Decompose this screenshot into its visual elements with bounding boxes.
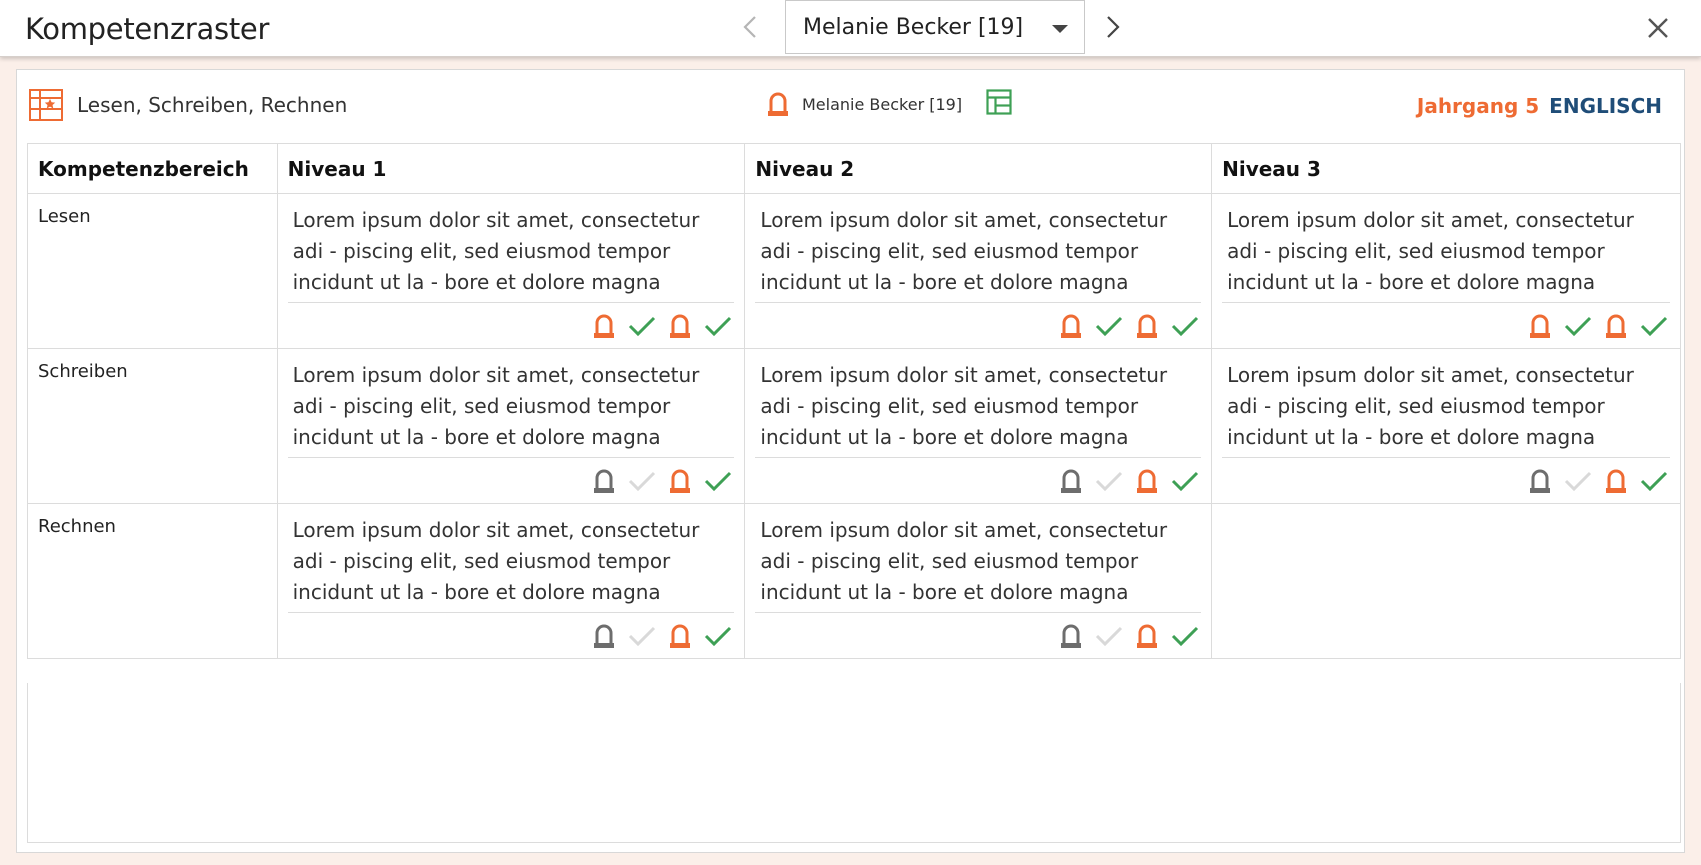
competence-description: Lorem ipsum dolor sit amet, consectetur …: [760, 363, 1168, 457]
teacher-status-icon[interactable]: [1057, 467, 1085, 495]
status-bar: [1222, 457, 1670, 503]
level-cell: Lorem ipsum dolor sit amet, consectetur …: [276, 193, 746, 349]
student-check-icon[interactable]: [1171, 467, 1199, 495]
chevron-down-icon: [1052, 25, 1068, 33]
teacher-status-icon[interactable]: [1526, 312, 1554, 340]
status-bar: [755, 612, 1202, 658]
student-check-icon[interactable]: [704, 622, 732, 650]
teacher-check-icon[interactable]: [1564, 467, 1592, 495]
student-status-icon[interactable]: [1133, 467, 1161, 495]
teacher-status-icon[interactable]: [590, 467, 618, 495]
competence-area-label: Schreiben: [27, 348, 278, 504]
column-header: Niveau 2: [744, 143, 1213, 194]
table-header-row: Kompetenzbereich Niveau 1 Niveau 2 Nivea…: [27, 143, 1681, 194]
level-cell: Lorem ipsum dolor sit amet, consectetur …: [1211, 193, 1681, 349]
status-bar: [755, 302, 1202, 348]
student-check-icon[interactable]: [1640, 467, 1668, 495]
competence-description: Lorem ipsum dolor sit amet, consectetur …: [1227, 363, 1634, 457]
teacher-check-icon[interactable]: [1095, 467, 1123, 495]
year-label: Jahrgang 5: [1416, 94, 1540, 118]
table-row: Schreiben Lorem ipsum dolor sit amet, con…: [27, 348, 1681, 504]
student-check-icon[interactable]: [1171, 622, 1199, 650]
table-row: Lesen Lorem ipsum dolor sit amet, consect…: [27, 193, 1681, 349]
competence-grid-icon: [29, 89, 63, 121]
status-bar: [755, 457, 1202, 503]
teacher-status-icon[interactable]: [1057, 622, 1085, 650]
status-bar: [287, 302, 735, 348]
column-header: Niveau 3: [1211, 143, 1681, 194]
competence-description: Lorem ipsum dolor sit amet, consectetur …: [1227, 208, 1634, 302]
previous-student-button[interactable]: [733, 10, 767, 44]
app-title: Kompetenzraster: [25, 12, 270, 46]
teacher-status-icon[interactable]: [590, 622, 618, 650]
competence-area-label: Lesen: [27, 193, 278, 349]
next-student-button[interactable]: [1096, 10, 1130, 44]
student-info: Melanie Becker [19]: [767, 89, 1012, 119]
subject-label: ENGLISCH: [1549, 94, 1662, 118]
student-status-icon[interactable]: [666, 312, 694, 340]
competence-description: Lorem ipsum dolor sit amet, consectetur …: [760, 518, 1168, 612]
panel-header: Lesen, Schreiben, Rechnen Melanie Becker…: [17, 70, 1684, 136]
level-cell: Lorem ipsum dolor sit amet, consectetur …: [276, 348, 746, 504]
student-icon: [768, 92, 788, 116]
table-empty-area: [27, 683, 1681, 843]
teacher-check-icon[interactable]: [1095, 312, 1123, 340]
competence-description: Lorem ipsum dolor sit amet, consectetur …: [292, 363, 700, 457]
teacher-check-icon[interactable]: [1095, 622, 1123, 650]
table-view-button[interactable]: [986, 89, 1012, 119]
teacher-check-icon[interactable]: [628, 467, 656, 495]
column-header: Niveau 1: [276, 143, 746, 194]
competence-description: Lorem ipsum dolor sit amet, consectetur …: [760, 208, 1168, 302]
table-row: Rechnen Lorem ipsum dolor sit amet, conse…: [27, 503, 1681, 659]
level-cell: Lorem ipsum dolor sit amet, consectetur …: [744, 348, 1213, 504]
grid-name: Lesen, Schreiben, Rechnen: [77, 93, 348, 117]
level-cell: Lorem ipsum dolor sit amet, consectetur …: [744, 193, 1213, 349]
teacher-status-icon[interactable]: [1526, 467, 1554, 495]
competence-table: Kompetenzbereich Niveau 1 Niveau 2 Nivea…: [27, 143, 1681, 659]
close-button[interactable]: [1640, 10, 1676, 46]
student-status-icon[interactable]: [1133, 622, 1161, 650]
status-bar: [287, 457, 735, 503]
student-status-icon[interactable]: [666, 622, 694, 650]
chevron-right-icon: [1107, 16, 1120, 38]
level-cell: Lorem ipsum dolor sit amet, consectetur …: [744, 503, 1213, 659]
student-status-icon[interactable]: [1602, 467, 1630, 495]
competence-description: Lorem ipsum dolor sit amet, consectetur …: [292, 208, 700, 302]
student-check-icon[interactable]: [1171, 312, 1199, 340]
level-cell: Lorem ipsum dolor sit amet, consectetur …: [1211, 348, 1681, 504]
status-bar: [1222, 302, 1670, 348]
teacher-check-icon[interactable]: [1564, 312, 1592, 340]
level-cell: Lorem ipsum dolor sit amet, consectetur …: [276, 503, 746, 659]
student-check-icon[interactable]: [1640, 312, 1668, 340]
chevron-left-icon: [743, 16, 756, 38]
empty-level-cell: [1211, 503, 1681, 659]
competence-grid-panel: Lesen, Schreiben, Rechnen Melanie Becker…: [16, 69, 1685, 853]
top-bar: Kompetenzraster Melanie Becker [19]: [0, 0, 1701, 57]
close-icon: [1648, 18, 1668, 38]
student-select-value: Melanie Becker [19]: [803, 14, 1024, 40]
status-bar: [287, 612, 735, 658]
student-check-icon[interactable]: [704, 312, 732, 340]
competence-description: Lorem ipsum dolor sit amet, consectetur …: [292, 518, 700, 612]
column-header: Kompetenzbereich: [27, 143, 278, 194]
teacher-check-icon[interactable]: [628, 622, 656, 650]
student-name: Melanie Becker [19]: [802, 94, 963, 114]
year-subject: Jahrgang 5 ENGLISCH: [1417, 94, 1662, 118]
student-select[interactable]: Melanie Becker [19]: [785, 0, 1085, 54]
student-status-icon[interactable]: [1602, 312, 1630, 340]
teacher-status-icon[interactable]: [590, 312, 618, 340]
student-status-icon[interactable]: [666, 467, 694, 495]
student-check-icon[interactable]: [704, 467, 732, 495]
student-status-icon[interactable]: [1133, 312, 1161, 340]
teacher-status-icon[interactable]: [1057, 312, 1085, 340]
competence-area-label: Rechnen: [27, 503, 278, 659]
table-view-icon: [986, 89, 1012, 115]
teacher-check-icon[interactable]: [628, 312, 656, 340]
